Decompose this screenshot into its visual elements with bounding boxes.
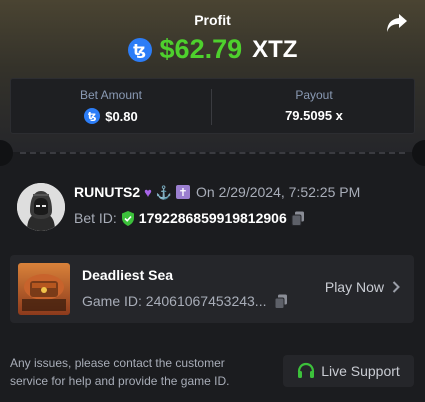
play-now-label: Play Now <box>324 279 384 295</box>
deadliest-sea-logo-icon <box>18 263 70 315</box>
chevron-right-icon <box>392 281 400 293</box>
purple-heart-icon: ♥ <box>144 184 152 200</box>
copy-icon <box>274 294 288 309</box>
payout-stat: Payout 79.5095 x <box>214 79 414 135</box>
profit-currency: XTZ <box>252 35 298 63</box>
copy-game-id-button[interactable] <box>274 294 288 309</box>
game-thumbnail[interactable] <box>18 263 70 315</box>
avatar[interactable] <box>17 183 65 231</box>
stats-divider <box>211 89 212 125</box>
payout-label: Payout <box>295 88 333 102</box>
user-info-row: RUNUTS2 ♥ ⚓ ✝ On 2/29/2024, 7:52:25 PM <box>74 183 360 201</box>
bet-amount-value: $0.80 <box>105 108 138 124</box>
bet-detail-card: Profit ꜩ $62.79 XTZ Bet Amount ꜩ $0.80 P… <box>0 0 425 402</box>
share-button[interactable] <box>385 12 409 34</box>
live-support-label: Live Support <box>321 363 400 379</box>
game-id-value: Game ID: 24061067453243... <box>82 293 267 309</box>
username[interactable]: RUNUTS2 <box>74 184 140 200</box>
anchor-icon: ⚓ <box>155 184 173 200</box>
game-name[interactable]: Deadliest Sea <box>82 267 173 283</box>
bet-amount-label: Bet Amount <box>79 88 143 102</box>
live-support-button[interactable]: Live Support <box>283 355 414 387</box>
bet-amount-stat: Bet Amount ꜩ $0.80 <box>11 79 211 135</box>
game-card[interactable]: Deadliest Sea Game ID: 24061067453243...… <box>10 255 414 323</box>
support-message: Any issues, please contact the customer … <box>10 356 230 388</box>
dashed-divider <box>20 152 405 154</box>
bet-amount-value-row: ꜩ $0.80 <box>11 108 211 124</box>
copy-icon <box>291 211 304 226</box>
hooded-figure-avatar-icon <box>17 183 65 231</box>
tezos-icon: ꜩ <box>127 37 152 62</box>
profit-label: Profit <box>194 12 231 28</box>
tezos-icon: ꜩ <box>84 108 101 124</box>
profit-amount-row: ꜩ $62.79 XTZ <box>0 34 425 65</box>
bet-stats-panel: Bet Amount ꜩ $0.80 Payout 79.5095 x <box>10 78 415 134</box>
headset-icon <box>298 362 315 378</box>
play-now-button[interactable]: Play Now <box>325 279 400 295</box>
share-icon <box>387 14 407 32</box>
ticket-notch-right <box>412 140 425 166</box>
bet-id-label: Bet ID: <box>74 210 117 226</box>
verified-shield-icon <box>121 210 134 226</box>
bet-id-row: Bet ID: 1792286859919812906 <box>74 208 305 228</box>
bet-id-value: 1792286859919812906 <box>138 210 287 226</box>
game-id-row: Game ID: 24061067453243... <box>82 293 288 309</box>
copy-bet-id-button[interactable] <box>291 211 305 226</box>
cross-icon: ✝ <box>176 185 191 199</box>
profit-value: $62.79 <box>159 34 243 64</box>
bet-timestamp: On 2/29/2024, 7:52:25 PM <box>196 184 361 200</box>
payout-value: 79.5095 x <box>285 108 343 123</box>
